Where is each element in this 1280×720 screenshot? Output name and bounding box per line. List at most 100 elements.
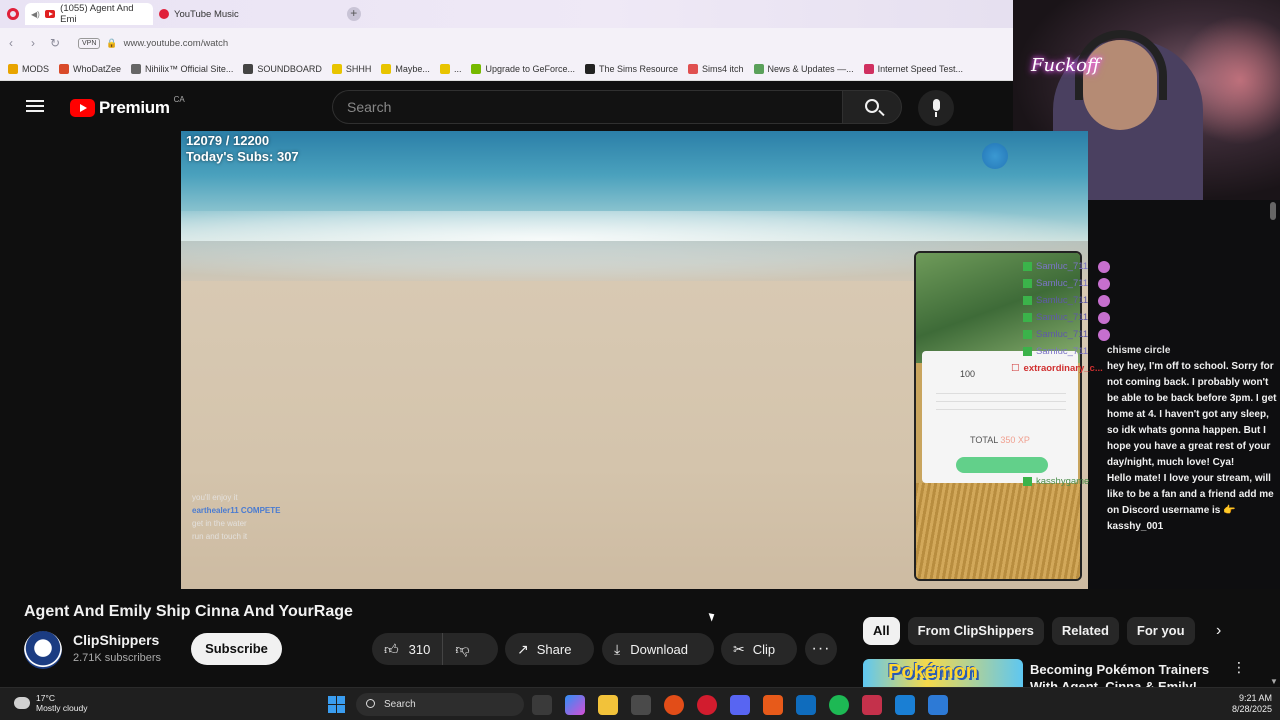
spotify-icon[interactable]	[829, 695, 849, 715]
bookmark-item[interactable]: Sims4 itch	[688, 64, 744, 74]
chat-messages: chisme circle hey hey, I'm off to school…	[1107, 343, 1277, 535]
tab-label: YouTube Music	[174, 8, 239, 20]
voice-search-button[interactable]	[918, 90, 954, 126]
lock-icon[interactable]: 🔒	[106, 38, 117, 49]
chat-user: Samluc_711	[1023, 292, 1111, 309]
brave-icon[interactable]	[664, 695, 684, 715]
badge-icon	[1023, 279, 1032, 288]
overlay-chat-line: run and touch it	[192, 532, 248, 541]
chevron-right-icon[interactable]: ›	[1216, 622, 1221, 640]
bookmark-item[interactable]: The Sims Resource	[585, 64, 678, 74]
new-tab-button[interactable]: +	[346, 7, 361, 21]
tab-youtube-video[interactable]: ◀) (1055) Agent And Emi	[25, 3, 153, 25]
search-icon	[865, 99, 879, 113]
store-icon[interactable]	[631, 695, 651, 715]
twitch-icon: ☐	[1011, 363, 1020, 374]
badge-icon	[1023, 262, 1032, 271]
audio-icon[interactable]: ◀)	[31, 10, 40, 19]
bookmark-item[interactable]: MODS	[8, 64, 49, 74]
chat-user: Samluc_711	[1023, 326, 1111, 343]
microphone-icon	[933, 99, 940, 117]
bookmark-icon	[131, 64, 142, 74]
chat-scrollbar[interactable]	[1270, 202, 1276, 220]
badge-icon	[1023, 477, 1032, 486]
badge-icon	[1023, 347, 1032, 356]
clip-button[interactable]: ✂ Clip	[721, 633, 797, 665]
chip-from-channel[interactable]: From ClipShippers	[907, 617, 1044, 645]
clock-date: 8/28/2025	[1231, 704, 1272, 714]
badge-icon	[1023, 330, 1032, 339]
share-button[interactable]: ↗ Share	[505, 633, 594, 665]
url-field[interactable]: www.youtube.com/watch	[124, 38, 229, 49]
bookmark-item[interactable]: WhoDatZee	[59, 64, 121, 74]
bookmark-item[interactable]: Maybe...	[381, 64, 430, 74]
download-button[interactable]: ⤓ Download	[602, 633, 714, 665]
bookmark-icon	[59, 64, 69, 74]
discord-icon[interactable]	[730, 695, 750, 715]
scroll-down-icon[interactable]: ▼	[1270, 677, 1278, 686]
taskview-icon[interactable]	[532, 695, 552, 715]
youtube-logo[interactable]: Premium CA	[70, 94, 185, 118]
calculator-icon[interactable]	[895, 695, 915, 715]
file-explorer-icon[interactable]	[598, 695, 618, 715]
back-icon[interactable]: ‹	[0, 36, 22, 50]
like-button[interactable]: 👍︎ 310	[372, 633, 444, 665]
bookmark-item[interactable]: Upgrade to GeForce...	[471, 64, 575, 74]
bookmark-item[interactable]: News & Updates —...	[753, 64, 854, 74]
chip-related[interactable]: Related	[1051, 617, 1119, 645]
chip-for-you[interactable]: For you	[1126, 617, 1195, 645]
chip-all[interactable]: All	[863, 617, 900, 645]
menu-icon[interactable]	[26, 100, 44, 112]
video-info: Agent And Emily Ship Cinna And YourRage …	[0, 589, 1280, 687]
clip-label: Clip	[752, 641, 776, 657]
youtube-favicon-icon	[44, 10, 56, 18]
download-icon: ⤓	[614, 640, 621, 657]
temperature: 17°C	[36, 693, 55, 703]
taskbar-search[interactable]: Search	[356, 693, 524, 716]
chat-user: kasshygame	[1023, 473, 1110, 490]
chat-user: Samluc_711	[1023, 258, 1111, 275]
search-icon	[366, 699, 375, 708]
video-player[interactable]: 12079 / 12200 Today's Subs: 307 you'll e…	[181, 131, 1088, 589]
system-clock[interactable]: 9:21 AM 8/28/2025	[1222, 693, 1272, 715]
speed-icon	[863, 64, 874, 74]
share-label: Share	[536, 641, 572, 657]
recommended-thumbnail[interactable]: Pokémon	[863, 659, 1023, 687]
emote-icon	[1098, 328, 1111, 341]
search-input[interactable]: Search	[332, 90, 842, 124]
bookmark-item[interactable]: Nihilix™ Official Site...	[131, 64, 233, 74]
weather-condition: Mostly cloudy	[36, 703, 88, 713]
office-icon[interactable]	[763, 695, 783, 715]
vpn-badge[interactable]: VPN	[78, 37, 101, 49]
bookmark-item[interactable]: ...	[439, 64, 461, 74]
dislike-button[interactable]: 👎︎	[443, 641, 469, 658]
channel-name[interactable]: ClipShippers	[73, 632, 159, 648]
copilot-icon[interactable]	[565, 695, 585, 715]
neon-sign: Fuckoff	[1031, 55, 1100, 76]
windows-start-icon[interactable]	[328, 696, 345, 713]
bookmark-item[interactable]: Internet Speed Test...	[863, 64, 963, 74]
opera-logo-icon[interactable]	[7, 8, 19, 20]
recommended-title[interactable]: Becoming Pokémon Trainers With Agent, Ci…	[1030, 661, 1230, 687]
outlook-icon[interactable]	[796, 695, 816, 715]
avatar[interactable]	[24, 631, 62, 669]
more-actions-button[interactable]: ···	[805, 633, 837, 665]
reload-icon[interactable]: ↻	[44, 36, 66, 50]
youtube-music-icon	[159, 9, 169, 19]
bookmark-icon	[688, 64, 699, 74]
bookmark-item[interactable]: SOUNDBOARD	[243, 64, 322, 74]
forward-icon[interactable]: ›	[22, 36, 44, 50]
acrobat-icon[interactable]	[862, 695, 882, 715]
page-icon	[243, 64, 254, 74]
subscribe-button[interactable]: Subscribe	[191, 633, 282, 665]
kebab-menu-icon[interactable]: ⋮	[1232, 659, 1246, 676]
search-button[interactable]	[842, 90, 902, 124]
tab-youtube-music[interactable]: YouTube Music	[153, 3, 245, 25]
bookmark-item[interactable]: SHHH	[331, 64, 371, 74]
opera-icon[interactable]	[697, 695, 717, 715]
photos-icon[interactable]	[928, 695, 948, 715]
chat-message: chisme circle	[1107, 345, 1171, 356]
weather-widget[interactable]: 17°C Mostly cloudy	[14, 693, 88, 713]
region-code: CA	[173, 94, 185, 104]
folder-icon	[8, 64, 18, 74]
